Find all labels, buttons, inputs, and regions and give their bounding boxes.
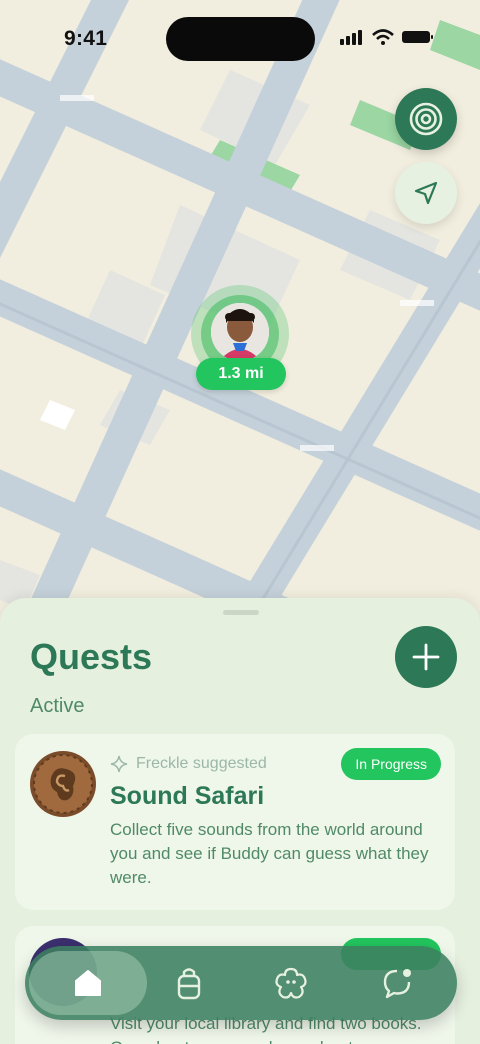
avatar — [211, 303, 269, 361]
home-icon — [75, 970, 101, 996]
radar-button[interactable] — [395, 88, 457, 150]
tab-flower[interactable] — [257, 951, 325, 1015]
status-bar: 9:41 — [0, 0, 480, 80]
navigation-arrow-icon — [414, 181, 438, 205]
tab-home[interactable] — [29, 951, 147, 1015]
locate-button[interactable] — [395, 162, 457, 224]
battery-icon — [402, 31, 433, 43]
dynamic-island — [166, 17, 315, 61]
flower-icon — [275, 967, 307, 999]
quest-description: Collect five sounds from the world aroun… — [110, 820, 429, 887]
section-label-active: Active — [30, 695, 85, 717]
sheet-grabber[interactable] — [223, 610, 259, 615]
distance-label: 1.3 mi — [196, 358, 286, 390]
sheet-title: Quests — [30, 636, 153, 677]
tab-bar — [25, 946, 457, 1020]
status-icons — [340, 29, 434, 45]
suggested-by-label: Freckle suggested — [136, 755, 267, 772]
suggested-by: Freckle suggested — [110, 755, 267, 773]
add-quest-button[interactable] — [395, 626, 457, 688]
wifi-icon — [372, 29, 394, 45]
plus-icon — [412, 643, 440, 671]
tab-chat[interactable] — [363, 951, 431, 1015]
quest-card[interactable]: Freckle suggested In Progress Sound Safa… — [15, 734, 455, 910]
chat-icon — [383, 969, 411, 999]
quest-title: Sound Safari — [110, 782, 265, 810]
status-time: 9:41 — [64, 27, 108, 50]
radar-icon — [409, 102, 443, 136]
tab-backpack[interactable] — [155, 951, 223, 1015]
sparkle-icon — [110, 755, 128, 773]
ear-badge-icon — [30, 751, 96, 817]
backpack-icon — [177, 968, 201, 1000]
status-badge: In Progress — [341, 748, 441, 780]
signal-icon — [340, 30, 362, 45]
